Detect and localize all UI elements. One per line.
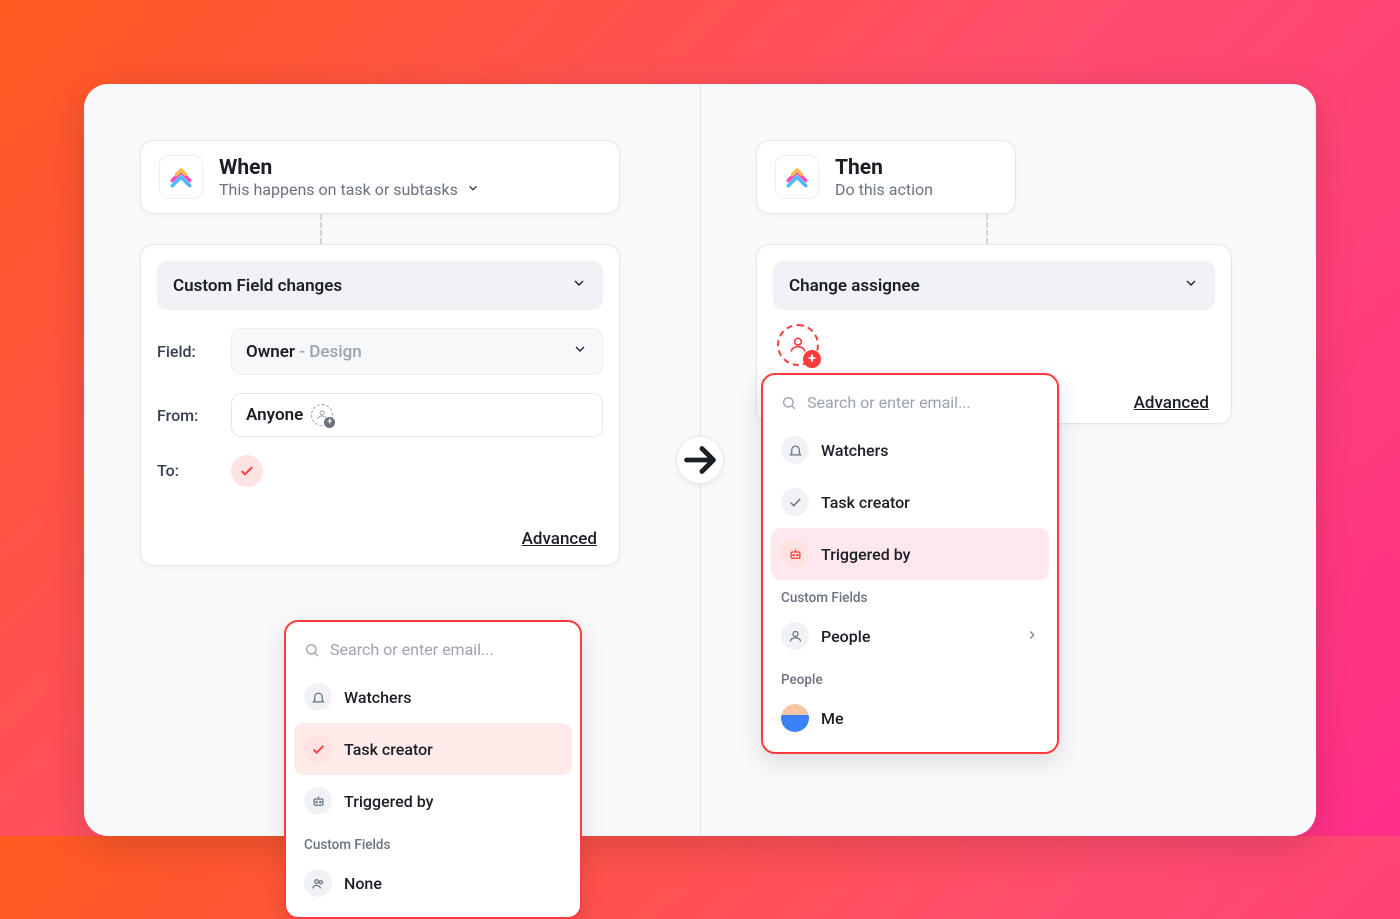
dropdown-search[interactable]: Search or enter email...: [294, 632, 572, 671]
connector-line: [986, 214, 988, 244]
field-value-sub: Design: [309, 342, 361, 362]
field-value-sep: -: [295, 342, 309, 362]
action-select[interactable]: Change assignee: [773, 261, 1215, 310]
dropdown-item-triggered-by[interactable]: Triggered by: [294, 775, 572, 827]
dropdown-item-people-field[interactable]: People: [771, 610, 1049, 662]
chevron-down-icon: [466, 180, 480, 199]
from-label: From:: [157, 406, 215, 425]
dropdown-item-task-creator[interactable]: Task creator: [294, 723, 572, 775]
from-row: From: Anyone +: [157, 393, 603, 437]
chevron-down-icon: [571, 275, 587, 296]
then-title: Then: [835, 156, 933, 180]
search-placeholder: Search or enter email...: [807, 393, 971, 412]
robot-icon: [304, 787, 332, 815]
dropdown-search[interactable]: Search or enter email...: [771, 385, 1049, 424]
when-title: When: [219, 156, 480, 180]
advanced-link[interactable]: Advanced: [1134, 393, 1209, 413]
then-header-card[interactable]: Then Do this action: [756, 140, 1016, 214]
field-label: Field:: [157, 342, 215, 361]
dropdown-section-custom-fields: Custom Fields: [294, 827, 572, 857]
check-icon: [304, 735, 332, 763]
search-icon: [781, 395, 797, 411]
to-dropdown: Search or enter email... Watchers Task c…: [284, 620, 582, 919]
robot-icon: [781, 540, 809, 568]
then-subtitle: Do this action: [835, 180, 933, 199]
field-row: Field: Owner - Design: [157, 328, 603, 375]
then-config-card: Change assignee + Advanced Search or ent…: [756, 244, 1232, 424]
action-label: Change assignee: [789, 276, 920, 296]
brand-logo-icon: [775, 155, 819, 199]
chevron-down-icon: [572, 341, 588, 362]
add-person-icon[interactable]: +: [311, 404, 333, 426]
when-subtitle: This happens on task or subtasks: [219, 180, 458, 199]
to-label: To:: [157, 455, 215, 480]
dropdown-item-watchers[interactable]: Watchers: [294, 671, 572, 723]
from-value: Anyone: [246, 405, 303, 425]
chevron-down-icon: [1183, 275, 1199, 296]
advanced-link[interactable]: Advanced: [522, 529, 597, 549]
when-config-card: Custom Field changes Field: Owner - Desi…: [140, 244, 620, 566]
to-row: To:: [157, 455, 603, 487]
when-subtitle-row[interactable]: This happens on task or subtasks: [219, 180, 480, 199]
bell-icon: [781, 436, 809, 464]
search-icon: [304, 642, 320, 658]
dropdown-item-none[interactable]: None: [294, 857, 572, 909]
trigger-label: Custom Field changes: [173, 276, 342, 296]
dropdown-item-me[interactable]: Me: [771, 692, 1049, 744]
check-icon: [781, 488, 809, 516]
field-select[interactable]: Owner - Design: [231, 328, 603, 375]
add-assignee-button[interactable]: +: [777, 324, 819, 366]
person-icon: [781, 622, 809, 650]
people-icon: [304, 869, 332, 897]
bell-icon: [304, 683, 332, 711]
when-column: When This happens on task or subtasks Cu…: [84, 84, 700, 836]
brand-logo-icon: [159, 155, 203, 199]
to-selected-chip[interactable]: [231, 455, 263, 487]
avatar: [781, 704, 809, 732]
then-column: Then Do this action Change assignee + Ad…: [700, 84, 1316, 836]
chevron-right-icon: [1025, 627, 1039, 646]
assignee-dropdown: Search or enter email... Watchers Task c…: [761, 373, 1059, 754]
dropdown-item-task-creator[interactable]: Task creator: [771, 476, 1049, 528]
dropdown-item-watchers[interactable]: Watchers: [771, 424, 1049, 476]
dropdown-item-triggered-by[interactable]: Triggered by: [771, 528, 1049, 580]
from-value-box[interactable]: Anyone +: [231, 393, 603, 437]
field-value-main: Owner: [246, 342, 295, 362]
automation-canvas: When This happens on task or subtasks Cu…: [84, 84, 1316, 836]
connector-line: [320, 214, 322, 244]
trigger-select[interactable]: Custom Field changes: [157, 261, 603, 310]
dropdown-section-custom-fields: Custom Fields: [771, 580, 1049, 610]
search-placeholder: Search or enter email...: [330, 640, 494, 659]
when-header-card[interactable]: When This happens on task or subtasks: [140, 140, 620, 214]
dropdown-section-people: People: [771, 662, 1049, 692]
plus-icon: +: [803, 350, 821, 368]
